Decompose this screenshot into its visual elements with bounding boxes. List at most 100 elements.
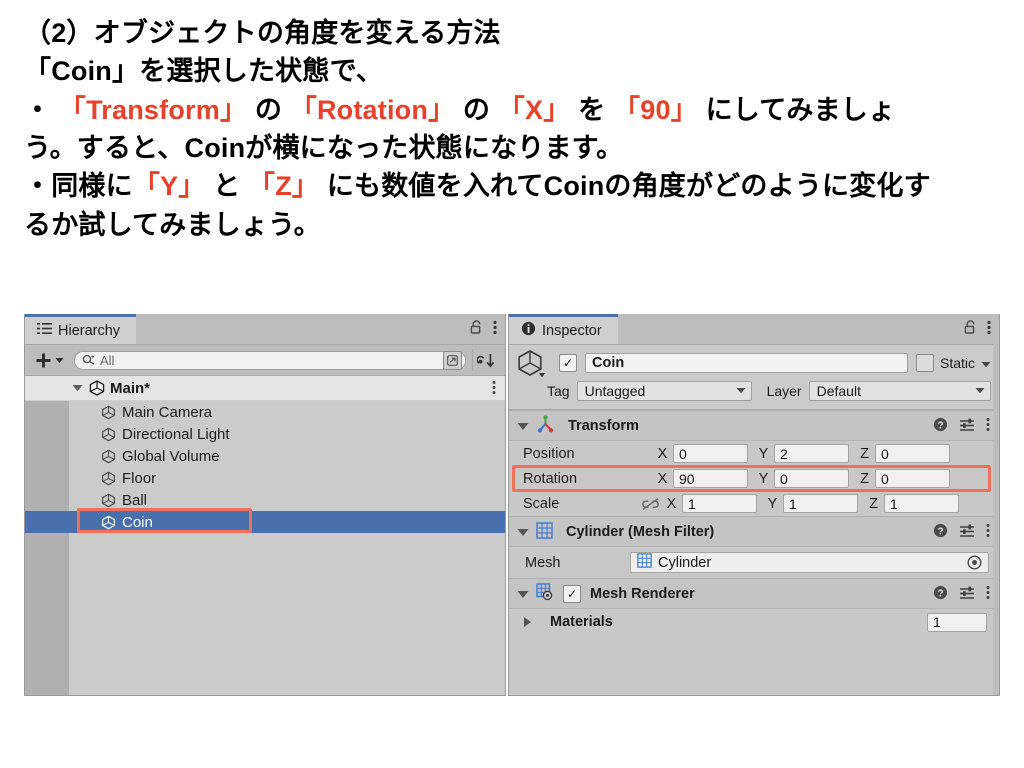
chevron-down-icon[interactable]	[981, 355, 991, 371]
chevron-down-icon[interactable]	[517, 418, 529, 434]
object-enabled-checkbox[interactable]: ✓	[559, 354, 577, 372]
slide-text-segment: と	[205, 171, 249, 202]
static-checkbox[interactable]	[915, 354, 934, 372]
scale-z-input[interactable]: 1	[884, 494, 959, 513]
slide-text-segment: の	[455, 94, 498, 125]
mesh-filter-icon	[637, 553, 652, 572]
chevron-down-icon[interactable]	[517, 524, 529, 540]
search-icon	[82, 354, 95, 365]
rotation-y-input[interactable]: 0	[774, 469, 849, 488]
svg-text:?: ?	[937, 526, 943, 537]
kebab-menu-icon[interactable]	[493, 320, 497, 338]
property-row-materials[interactable]: Materials 1	[509, 609, 999, 635]
position-x-input[interactable]: 0	[673, 444, 748, 463]
tag-value: Untagged	[584, 382, 646, 399]
kebab-menu-icon[interactable]	[986, 523, 990, 541]
lock-icon[interactable]	[964, 320, 977, 338]
mesh-value: Cylinder	[658, 554, 712, 571]
axis-x[interactable]: X 0	[657, 444, 748, 463]
list-item-coin[interactable]: Coin	[25, 511, 505, 533]
kebab-menu-icon[interactable]	[986, 417, 990, 435]
list-item[interactable]: Global Volume	[25, 445, 505, 467]
object-picker-icon[interactable]	[967, 555, 982, 570]
component-header-transform[interactable]: Transform ?	[509, 410, 999, 441]
create-object-button[interactable]	[31, 352, 68, 369]
scale-x-input[interactable]: 1	[682, 494, 757, 513]
axis-x[interactable]: X 90	[657, 469, 748, 488]
slide-text-segment: るか試してみましょう。	[24, 209, 321, 240]
kebab-menu-icon[interactable]	[492, 380, 496, 398]
tag-dropdown[interactable]: Untagged	[576, 380, 752, 401]
chevron-down-icon	[736, 388, 746, 394]
inspector-tabstrip: Inspector	[509, 314, 999, 345]
help-icon[interactable]: ?	[933, 585, 948, 603]
property-label: Scale	[523, 495, 560, 512]
gameobject-cube-icon	[101, 405, 116, 420]
gameobject-cube-icon	[101, 449, 116, 464]
mesh-renderer-enabled-checkbox[interactable]: ✓	[563, 584, 581, 603]
rotation-x-input[interactable]: 90	[673, 469, 748, 488]
gameobject-cube-icon	[517, 348, 551, 378]
hierarchy-tab-actions	[470, 314, 497, 344]
checkmark-icon: ✓	[566, 586, 578, 601]
kebab-menu-icon[interactable]	[987, 320, 991, 338]
static-control[interactable]: Static	[915, 354, 991, 372]
list-item-label: Main Camera	[122, 403, 213, 421]
slide-text-segment: の	[247, 94, 290, 125]
axis-x[interactable]: X 1	[666, 494, 757, 513]
axis-y[interactable]: Y 1	[767, 494, 858, 513]
axis-z[interactable]: Z 0	[859, 444, 950, 463]
axis-y[interactable]: Y 2	[758, 444, 849, 463]
hierarchy-toolbar: All	[25, 345, 505, 376]
help-icon[interactable]: ?	[933, 417, 948, 435]
inspector-tab-actions	[964, 314, 991, 344]
chevron-down-icon	[55, 357, 64, 363]
slide-line-2: 「Coin」を選択した状態で、	[24, 52, 1014, 90]
scale-link-icon[interactable]	[641, 497, 660, 511]
slide-text-highlight-90: 「90」	[613, 94, 698, 125]
kebab-menu-icon[interactable]	[986, 585, 990, 603]
layer-dropdown[interactable]: Default	[808, 380, 991, 401]
rotation-z-input[interactable]: 0	[875, 469, 950, 488]
list-item[interactable]: Ball	[25, 489, 505, 511]
list-item[interactable]: Main Camera	[25, 401, 505, 423]
list-item-label: Floor	[122, 469, 157, 487]
component-header-mesh-renderer[interactable]: ✓ Mesh Renderer ?	[509, 578, 999, 609]
slide-text-segment: ・	[24, 94, 59, 125]
search-input[interactable]: All	[74, 350, 466, 370]
materials-count-input[interactable]: 1	[927, 612, 987, 632]
tab-inspector[interactable]: Inspector	[509, 314, 618, 344]
position-y-input[interactable]: 2	[774, 444, 849, 463]
scale-y-input[interactable]: 1	[783, 494, 858, 513]
chevron-down-icon[interactable]	[517, 586, 529, 602]
list-item[interactable]: Floor	[25, 467, 505, 489]
preset-icon[interactable]	[959, 417, 975, 435]
hierarchy-root-row[interactable]: Main*	[25, 376, 505, 401]
position-z-input[interactable]: 0	[875, 444, 950, 463]
lock-icon[interactable]	[470, 320, 483, 338]
object-name-field[interactable]: Coin	[585, 353, 908, 373]
axis-label-x: X	[657, 470, 668, 487]
chevron-right-icon[interactable]	[523, 616, 532, 628]
inspector-scrollbar[interactable]	[993, 314, 999, 695]
tab-hierarchy[interactable]: Hierarchy	[25, 314, 137, 344]
preset-icon[interactable]	[959, 523, 975, 541]
help-icon[interactable]: ?	[933, 523, 948, 541]
axis-z[interactable]: Z 1	[868, 494, 959, 513]
axis-label-z: Z	[860, 470, 869, 487]
component-header-mesh-filter[interactable]: Cylinder (Mesh Filter) ?	[509, 516, 999, 547]
sort-button[interactable]	[472, 349, 499, 371]
chevron-down-icon[interactable]	[72, 384, 83, 392]
svg-text:?: ?	[937, 420, 943, 431]
gameobject-cube-icon	[101, 427, 116, 442]
axis-label-z: Z	[860, 445, 869, 462]
axis-z[interactable]: Z 0	[859, 469, 950, 488]
preset-icon[interactable]	[959, 585, 975, 603]
list-item-label: Global Volume	[122, 447, 220, 465]
axis-label-x: X	[666, 495, 677, 512]
search-filter-button[interactable]	[443, 350, 462, 370]
axis-y[interactable]: Y 0	[758, 469, 849, 488]
mesh-object-field[interactable]: Cylinder	[630, 552, 989, 573]
list-item[interactable]: Directional Light	[25, 423, 505, 445]
slide-text-segment: を	[570, 94, 614, 125]
